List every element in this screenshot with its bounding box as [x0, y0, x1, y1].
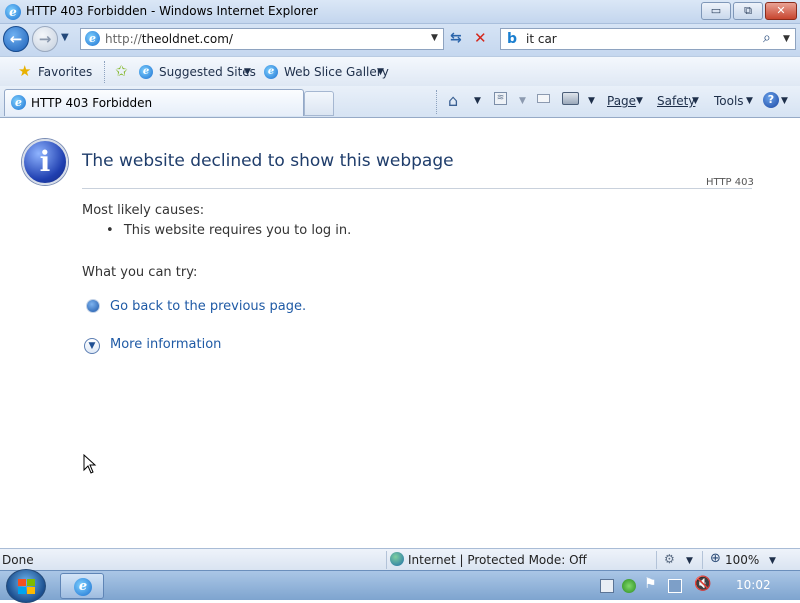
bing-icon: b — [507, 31, 518, 47]
address-bar[interactable]: e http://theoldnet.com/ ▼ — [80, 28, 444, 50]
windows-logo-icon-part — [18, 587, 26, 594]
recent-pages-dropdown-icon[interactable]: ▼ — [61, 32, 69, 43]
page-menu[interactable]: Page — [607, 94, 636, 108]
favorites-label: Favorites — [38, 65, 93, 79]
status-bar: Done Internet | Protected Mode: Off ⚙ ▼ … — [0, 548, 800, 570]
chevron-down-icon[interactable]: ▼ — [781, 96, 788, 106]
page-content: i The website declined to show this webp… — [0, 119, 800, 548]
separator — [386, 551, 387, 569]
web-slice-icon: e — [264, 65, 278, 79]
maximize-button[interactable]: ⧉ — [733, 2, 763, 20]
windows-logo-icon-part — [27, 587, 35, 594]
forward-button[interactable]: → — [32, 26, 58, 52]
go-back-bullet-icon — [86, 299, 100, 313]
start-button[interactable] — [6, 569, 46, 603]
chevron-down-icon[interactable]: ▼ — [686, 556, 693, 566]
tab-page-icon: e — [11, 95, 26, 110]
help-icon[interactable]: ? — [763, 92, 779, 108]
tab-label: HTTP 403 Forbidden — [31, 96, 153, 110]
security-zone-text[interactable]: Internet | Protected Mode: Off — [408, 553, 587, 567]
close-button[interactable]: ✕ — [765, 2, 797, 20]
tab-bar: e HTTP 403 Forbidden ⌂ ▼ ≋ ▼ ▼ Page ▼ Sa… — [0, 86, 800, 118]
refresh-icon[interactable]: ⇆ — [450, 30, 462, 46]
privacy-icon[interactable]: ⚙ — [664, 552, 675, 566]
chevron-down-icon[interactable]: ▼ — [244, 67, 251, 77]
search-icon[interactable]: ⌕ — [763, 30, 771, 46]
chevron-down-icon[interactable]: ▼ — [474, 96, 481, 106]
ie-icon: e — [74, 578, 92, 596]
minimize-button[interactable]: ▭ — [701, 2, 731, 20]
separator — [656, 551, 657, 569]
taskbar-ie-button[interactable]: e — [60, 573, 104, 599]
tools-menu[interactable]: Tools — [714, 94, 744, 108]
taskbar-clock[interactable]: 10:02 — [736, 578, 771, 592]
title-divider — [82, 188, 752, 189]
windows-logo-icon — [18, 579, 26, 586]
chevron-down-icon[interactable]: ▼ — [769, 556, 776, 566]
zoom-icon[interactable]: ⊕ — [710, 551, 721, 566]
zoom-level[interactable]: 100% — [725, 553, 759, 567]
chevron-down-icon[interactable]: ▼ — [636, 96, 643, 106]
title-bar: e HTTP 403 Forbidden - Windows Internet … — [0, 0, 800, 24]
http-status-code: HTTP 403 — [706, 177, 754, 188]
separator — [104, 61, 105, 83]
go-back-link[interactable]: Go back to the previous page. — [110, 299, 306, 314]
suggested-sites-link[interactable]: Suggested Sites — [159, 65, 256, 79]
url-scheme: http:// — [105, 32, 142, 46]
stop-icon[interactable]: ✕ — [474, 29, 487, 47]
search-options-icon[interactable]: ▼ — [783, 34, 790, 44]
address-url[interactable]: http://theoldnet.com/ — [105, 32, 233, 46]
separator — [436, 90, 437, 114]
chevron-down-icon[interactable]: ▼ — [692, 96, 699, 106]
more-information-link[interactable]: More information — [110, 337, 221, 352]
status-text: Done — [2, 553, 34, 567]
causes-heading: Most likely causes: — [82, 203, 205, 218]
tray-security-icon[interactable] — [622, 579, 636, 593]
add-to-favorites-icon[interactable]: ✩ — [115, 62, 128, 80]
read-mail-icon[interactable] — [537, 94, 550, 103]
try-heading: What you can try: — [82, 265, 198, 280]
internet-zone-icon — [390, 552, 404, 566]
chevron-down-icon[interactable]: ▼ — [519, 96, 526, 106]
page-icon: e — [85, 31, 100, 46]
window-title: HTTP 403 Forbidden - Windows Internet Ex… — [26, 4, 318, 18]
search-box[interactable]: b it car ⌕ ▼ — [500, 28, 796, 50]
tray-flag-icon[interactable]: ⚑ — [644, 576, 657, 592]
tab-http-403[interactable]: e HTTP 403 Forbidden — [4, 89, 304, 116]
taskbar: e ⚑ 🔇 10:02 — [0, 569, 800, 603]
home-icon[interactable]: ⌂ — [448, 91, 458, 110]
back-button[interactable]: ← — [3, 26, 29, 52]
chevron-down-icon[interactable]: ▼ — [588, 96, 595, 106]
url-host: theoldnet.com/ — [141, 32, 233, 46]
favorites-star-icon: ★ — [18, 62, 32, 80]
safety-menu[interactable]: Safety — [657, 94, 695, 108]
bullet: • — [106, 223, 114, 238]
web-slice-gallery-link[interactable]: Web Slice Gallery — [284, 65, 389, 79]
mouse-cursor-icon — [83, 454, 97, 474]
tray-notes-icon[interactable] — [600, 579, 614, 593]
windows-logo-icon-part — [27, 579, 35, 586]
cause-text: This website requires you to log in. — [123, 223, 352, 238]
suggested-sites-icon: e — [139, 65, 153, 79]
ie-logo-icon: e — [5, 4, 21, 20]
tray-volume-muted-icon[interactable]: 🔇 — [694, 576, 711, 592]
cause-item: • This website requires you to log in. — [106, 223, 351, 238]
chevron-down-icon[interactable]: ▼ — [746, 96, 753, 106]
expand-down-icon[interactable]: ▼ — [84, 338, 100, 354]
favorites-bar: ★ Favorites ✩ e Suggested Sites ▼ e Web … — [0, 56, 800, 86]
navigation-bar: ← → ▼ e http://theoldnet.com/ ▼ ⇆ ✕ b it… — [0, 24, 800, 56]
info-icon: i — [22, 139, 68, 185]
feeds-icon[interactable]: ≋ — [494, 92, 507, 105]
separator — [702, 551, 703, 569]
favorites-button[interactable]: ★ Favorites — [8, 59, 98, 84]
chevron-down-icon[interactable]: ▼ — [377, 67, 384, 77]
search-input[interactable]: it car — [526, 32, 557, 46]
page-title: The website declined to show this webpag… — [82, 151, 454, 171]
new-tab-button[interactable] — [304, 91, 334, 116]
print-icon[interactable] — [562, 92, 579, 105]
address-dropdown-icon[interactable]: ▼ — [431, 33, 438, 43]
tray-network-icon[interactable] — [668, 579, 682, 593]
